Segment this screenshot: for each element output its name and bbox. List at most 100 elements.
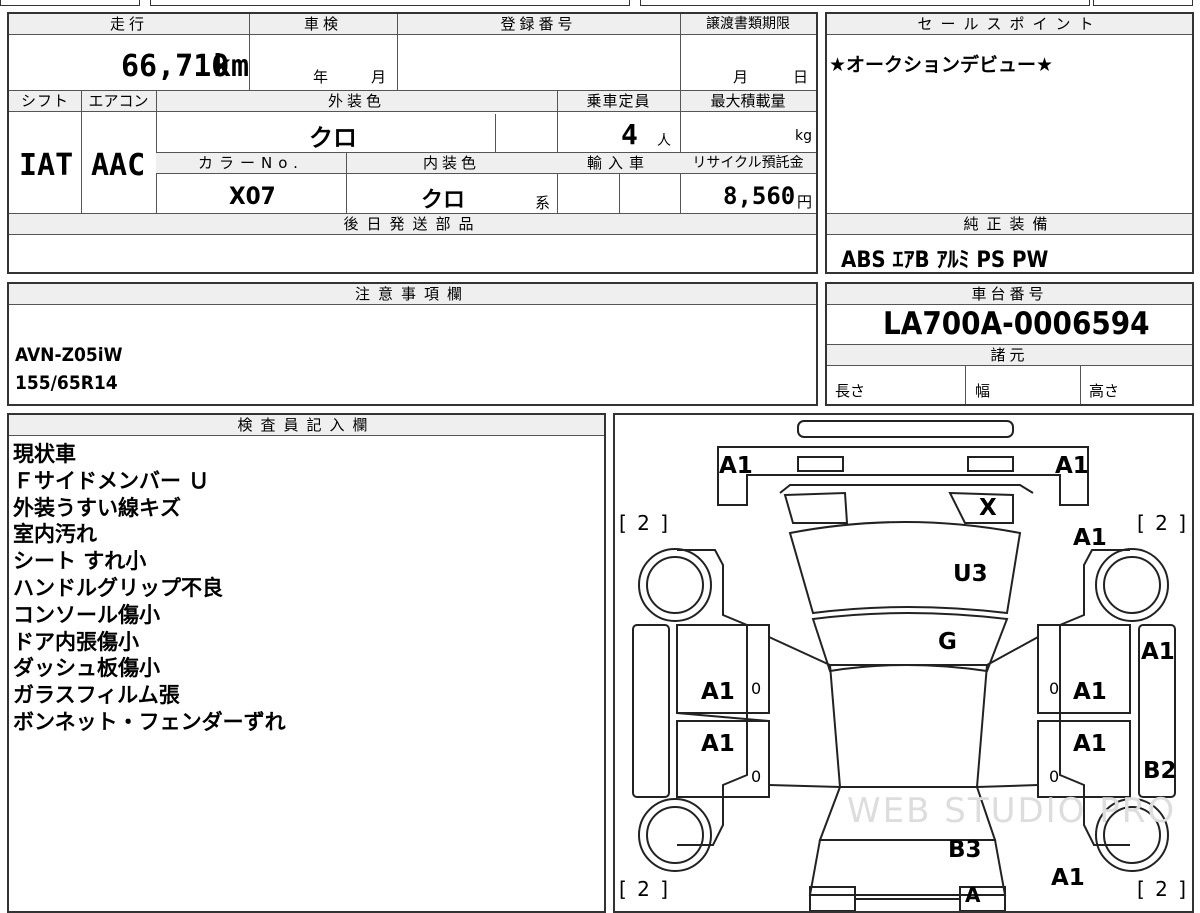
sales-point-box: セールスポイント ★オークションデビュー★ 純正装備 ABS ｴｱB ｱﾙﾐ P… (825, 12, 1194, 274)
door-zero-mark: 0 (1049, 767, 1060, 786)
recycle-fee-unit: 円 (797, 193, 813, 211)
shaken-month-unit: 月 (371, 68, 387, 86)
top-strip-cell (0, 0, 140, 6)
deadline-header: 譲渡書類期限 (680, 14, 816, 35)
damage-label-rear-bumper: A (965, 883, 981, 907)
car-diagram (632, 420, 1176, 911)
spec-header: 諸元 (827, 345, 1192, 366)
capacity-value: 4 (621, 118, 638, 151)
exterior-color-value: クロ (309, 124, 357, 152)
inspector-line: ダッシュ板傷小 (13, 656, 160, 681)
notes-header: 注意事項欄 (9, 284, 816, 305)
inspector-line: シート すれ小 (13, 549, 147, 574)
sales-point-text: ★オークションデビュー★ (829, 54, 1054, 76)
rear-right-bracket: [ 2 ] (1137, 877, 1189, 901)
top-strip-cell (1093, 0, 1193, 6)
shaken-year-unit: 年 (313, 68, 329, 86)
interior-color-value: クロ (421, 188, 466, 213)
inspector-line: コンソール傷小 (13, 602, 160, 627)
inspector-notes: 現状車 Ｆサイドメンバー Ｕ 外装うすい線キズ 室内汚れ シート すれ小 ハンド… (13, 441, 286, 736)
windshield-shape (811, 612, 1009, 673)
aircon-header: エアコン (81, 91, 156, 112)
shift-header: シフト (9, 91, 81, 112)
length-label: 長さ (835, 382, 866, 400)
interior-color-suffix: 系 (535, 194, 551, 212)
door-zero-mark: 0 (751, 679, 762, 698)
inspector-line: 現状車 (13, 442, 76, 466)
inspector-line: ハンドルグリップ不良 (13, 575, 223, 600)
max-load-header: 最大積載量 (680, 91, 816, 112)
deadline-day-unit: 日 (793, 68, 809, 86)
damage-label-right-pillar: A1 (1141, 639, 1175, 665)
inspector-box: 検査員記入欄 現状車 Ｆサイドメンバー Ｕ 外装うすい線キズ 室内汚れ シート … (7, 413, 606, 913)
notes-line-1: AVN-Z05iW (15, 344, 123, 366)
later-parts-header: 後日発送部品 (9, 214, 816, 235)
equipment-text: ABS ｴｱB ｱﾙﾐ PS PW (841, 248, 1049, 273)
damage-label-right-rear-door: A1 (1073, 731, 1107, 757)
chassis-number: LA700A-0006594 (883, 306, 1150, 342)
top-strip-cell (640, 0, 1090, 6)
chassis-header: 車台番号 (827, 284, 1192, 305)
deadline-month-unit: 月 (733, 68, 749, 86)
damage-label-left-rear-door: A1 (701, 731, 735, 757)
rear-left-lamp-shape (809, 886, 856, 911)
damage-label-tailgate: B3 (948, 837, 982, 863)
notes-box: 注意事項欄 AVN-Z05iW 155/65R14 (7, 282, 818, 406)
front-right-wheel-shape (1095, 548, 1169, 622)
damage-label-front-right: A1 (1055, 453, 1089, 479)
top-strip-cell (150, 0, 630, 6)
front-left-bracket: [ 2 ] (619, 511, 671, 535)
front-left-wheel-shape (638, 548, 712, 622)
mileage-unit: km (213, 49, 250, 84)
inspector-line: Ｆサイドメンバー Ｕ (13, 468, 210, 493)
spec-table: 走行 車検 登録番号 譲渡書類期限 66,710 km 年 月 月 日 シフト … (7, 12, 818, 274)
left-pillar-shape (632, 624, 670, 798)
inspector-line: 外装うすい線キズ (13, 495, 181, 520)
left-headlight-shape (797, 456, 844, 472)
recycle-header: リサイクル預託金 (680, 153, 816, 174)
capacity-unit: 人 (657, 133, 671, 149)
watermark: WEB STUDIO PRO (847, 791, 1177, 831)
mileage-header: 走行 (9, 14, 249, 35)
shift-value: IAT (19, 148, 74, 183)
height-label: 高さ (1089, 382, 1120, 400)
color-no-header: カラーNo. (156, 153, 346, 174)
inspector-line: ボンネット・フェンダーずれ (13, 709, 286, 734)
aircon-value: AAC (91, 148, 146, 183)
import-header: 輸入車 (557, 153, 680, 174)
front-bumper-shape (797, 420, 1014, 438)
roof-shape (828, 664, 989, 788)
door-zero-mark: 0 (1049, 679, 1060, 698)
front-panel-shape (717, 446, 1089, 506)
rear-left-bracket: [ 2 ] (619, 877, 671, 901)
damage-label-hood: U3 (953, 561, 988, 587)
right-headlight-shape (967, 456, 1014, 472)
notes-line-2: 155/65R14 (15, 372, 118, 394)
damage-label-right-fender: A1 (1073, 525, 1107, 551)
interior-color-header: 内装色 (346, 153, 557, 174)
front-right-bracket: [ 2 ] (1137, 511, 1189, 535)
equipment-header: 純正装備 (827, 214, 1192, 235)
exterior-color-header: 外装色 (156, 91, 557, 112)
inspector-line: ドア内張傷小 (13, 629, 139, 654)
sales-point-header: セールスポイント (827, 14, 1192, 35)
rear-left-wheel-shape (638, 798, 712, 872)
chassis-box: 車台番号 LA700A-0006594 諸元 長さ 幅 高さ (825, 282, 1194, 406)
damage-label-right-rear-fender: A1 (1051, 865, 1085, 891)
inspector-line: 室内汚れ (13, 522, 97, 547)
hood-edge-shape (779, 484, 1034, 494)
damage-label-left-front-door: A1 (701, 679, 735, 705)
color-no-value: X07 (229, 182, 276, 210)
damage-label-front-left: A1 (719, 453, 753, 479)
damage-label-grille: X (979, 495, 997, 521)
load-unit: kg (795, 128, 812, 144)
damage-label-right-rear-pillar: B2 (1143, 758, 1177, 784)
recycle-fee-value: 8,560 (723, 182, 796, 210)
car-diagram-box: WEB STUDIO PRO [ 2 ] [ 2 ] [ 2 ] [ 2 ] A… (613, 413, 1194, 913)
damage-label-windshield: G (938, 629, 957, 655)
left-front-panel-shape (783, 491, 849, 524)
inspector-header: 検査員記入欄 (9, 415, 604, 436)
shaken-header: 車検 (249, 14, 397, 35)
damage-label-right-front-door: A1 (1073, 679, 1107, 705)
width-label: 幅 (975, 382, 991, 400)
